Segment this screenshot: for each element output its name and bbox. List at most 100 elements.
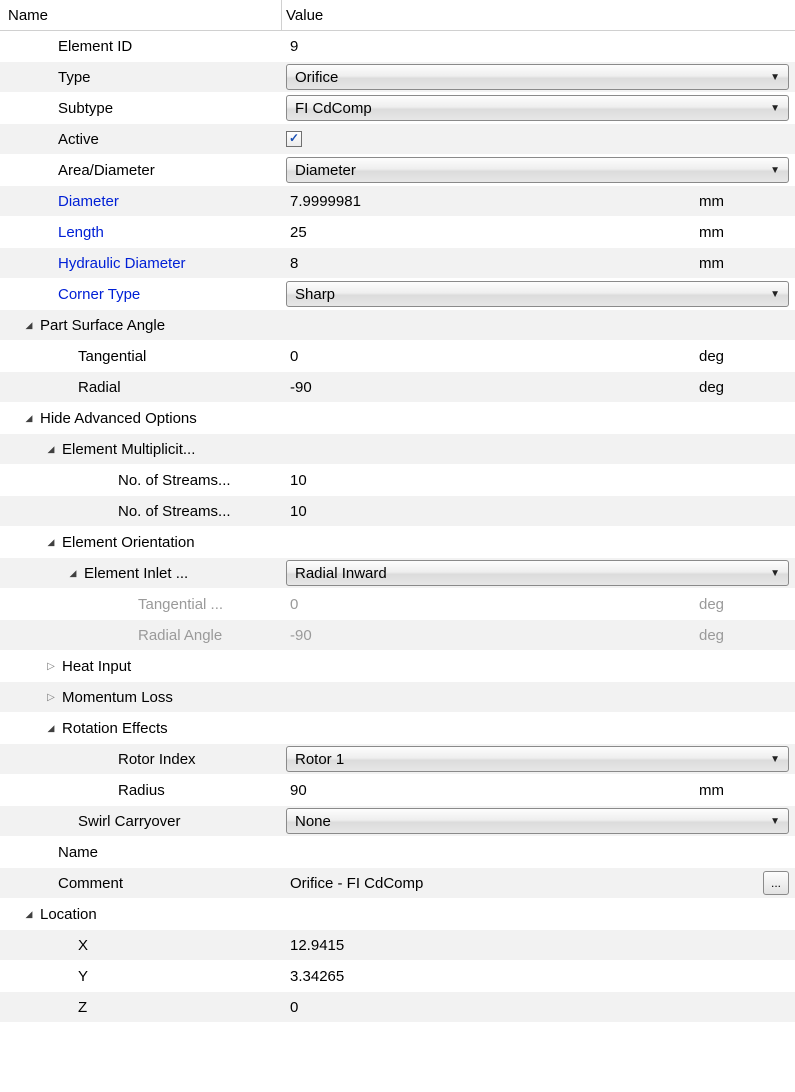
unit-radial-angle: deg xyxy=(695,627,795,644)
value-x[interactable]: 12.9415 xyxy=(286,937,344,954)
unit-hydraulic-diameter[interactable]: mm xyxy=(695,255,795,272)
chevron-down-icon: ▼ xyxy=(770,165,780,176)
value-radial-angle: -90 xyxy=(286,627,312,644)
value-tangential-angle: 0 xyxy=(286,596,298,613)
label-length[interactable]: Length xyxy=(58,224,104,241)
select-rotor-index[interactable]: Rotor 1 ▼ xyxy=(286,746,789,772)
select-swirl-carryover[interactable]: None ▼ xyxy=(286,808,789,834)
expander-hide-advanced[interactable] xyxy=(22,413,36,424)
label-name: Name xyxy=(58,844,98,861)
unit-radius[interactable]: mm xyxy=(695,782,795,799)
row-radius: Radius 90 mm xyxy=(0,775,795,806)
row-heat-input[interactable]: Heat Input xyxy=(0,651,795,682)
row-comment: Comment Orifice - FI CdComp ... xyxy=(0,868,795,899)
value-radial[interactable]: -90 xyxy=(286,379,312,396)
row-location[interactable]: Location xyxy=(0,899,795,930)
row-hide-advanced[interactable]: Hide Advanced Options xyxy=(0,403,795,434)
row-area-diameter: Area/Diameter Diameter ▼ xyxy=(0,155,795,186)
row-name: Name xyxy=(0,837,795,868)
label-element-id: Element ID xyxy=(58,38,132,55)
property-grid: Name Value Element ID 9 Type Orifice ▼ S… xyxy=(0,0,795,1023)
row-element-id: Element ID 9 xyxy=(0,31,795,62)
value-diameter[interactable]: 7.9999981 xyxy=(286,193,361,210)
expander-location[interactable] xyxy=(22,909,36,920)
unit-tangential[interactable]: deg xyxy=(695,348,795,365)
chevron-down-icon: ▼ xyxy=(770,289,780,300)
chevron-down-icon: ▼ xyxy=(770,72,780,83)
unit-radial[interactable]: deg xyxy=(695,379,795,396)
row-x: X 12.9415 xyxy=(0,930,795,961)
header-row: Name Value xyxy=(0,0,795,31)
label-hide-advanced: Hide Advanced Options xyxy=(40,410,197,427)
expander-element-orientation[interactable] xyxy=(44,537,58,548)
select-swirl-carryover-value: None xyxy=(295,813,331,830)
label-element-orientation: Element Orientation xyxy=(62,534,195,551)
row-element-inlet: Element Inlet ... Radial Inward ▼ xyxy=(0,558,795,589)
chevron-down-icon: ▼ xyxy=(770,568,780,579)
select-corner-type[interactable]: Sharp ▼ xyxy=(286,281,789,307)
select-type-value: Orifice xyxy=(295,69,338,86)
label-subtype: Subtype xyxy=(58,100,113,117)
value-y[interactable]: 3.34265 xyxy=(286,968,344,985)
value-element-id[interactable]: 9 xyxy=(286,38,298,55)
row-element-multiplicity[interactable]: Element Multiplicit... xyxy=(0,434,795,465)
row-tangential-angle: Tangential ... 0 deg xyxy=(0,589,795,620)
label-tangential: Tangential xyxy=(78,348,146,365)
value-streams-1[interactable]: 10 xyxy=(286,472,307,489)
value-tangential[interactable]: 0 xyxy=(286,348,298,365)
label-comment: Comment xyxy=(58,875,123,892)
ellipsis-button[interactable]: ... xyxy=(763,871,789,895)
value-length[interactable]: 25 xyxy=(286,224,307,241)
select-element-inlet-value: Radial Inward xyxy=(295,565,387,582)
label-area-diameter: Area/Diameter xyxy=(58,162,155,179)
row-y: Y 3.34265 xyxy=(0,961,795,992)
label-streams-1: No. of Streams... xyxy=(118,472,231,489)
row-active: Active xyxy=(0,124,795,155)
expander-element-inlet[interactable] xyxy=(66,568,80,579)
select-subtype[interactable]: FI CdComp ▼ xyxy=(286,95,789,121)
unit-diameter[interactable]: mm xyxy=(695,193,795,210)
row-z: Z 0 xyxy=(0,992,795,1023)
unit-tangential-angle: deg xyxy=(695,596,795,613)
checkbox-active[interactable] xyxy=(286,131,302,147)
expander-rotation-effects[interactable] xyxy=(44,723,58,734)
label-corner-type[interactable]: Corner Type xyxy=(58,286,140,303)
label-hydraulic-diameter[interactable]: Hydraulic Diameter xyxy=(58,255,186,272)
label-streams-2: No. of Streams... xyxy=(118,503,231,520)
row-streams-1: No. of Streams... 10 xyxy=(0,465,795,496)
select-rotor-index-value: Rotor 1 xyxy=(295,751,344,768)
select-area-diameter[interactable]: Diameter ▼ xyxy=(286,157,789,183)
row-rotation-effects[interactable]: Rotation Effects xyxy=(0,713,795,744)
chevron-down-icon: ▼ xyxy=(770,816,780,827)
unit-length[interactable]: mm xyxy=(695,224,795,241)
label-x: X xyxy=(78,937,88,954)
label-z: Z xyxy=(78,999,87,1016)
header-value: Value xyxy=(282,7,795,24)
value-z[interactable]: 0 xyxy=(286,999,298,1016)
expander-part-surface-angle[interactable] xyxy=(22,320,36,331)
chevron-down-icon: ▼ xyxy=(770,754,780,765)
expander-element-multiplicity[interactable] xyxy=(44,444,58,455)
value-streams-2[interactable]: 10 xyxy=(286,503,307,520)
row-rotor-index: Rotor Index Rotor 1 ▼ xyxy=(0,744,795,775)
value-hydraulic-diameter[interactable]: 8 xyxy=(286,255,298,272)
row-length: Length 25 mm xyxy=(0,217,795,248)
expander-momentum-loss[interactable] xyxy=(44,692,58,703)
value-radius[interactable]: 90 xyxy=(286,782,307,799)
label-part-surface-angle: Part Surface Angle xyxy=(40,317,165,334)
row-part-surface-angle[interactable]: Part Surface Angle xyxy=(0,310,795,341)
expander-heat-input[interactable] xyxy=(44,661,58,672)
row-element-orientation[interactable]: Element Orientation xyxy=(0,527,795,558)
row-diameter: Diameter 7.9999981 mm xyxy=(0,186,795,217)
label-diameter[interactable]: Diameter xyxy=(58,193,119,210)
value-comment[interactable]: Orifice - FI CdComp xyxy=(286,875,423,892)
label-rotation-effects: Rotation Effects xyxy=(62,720,168,737)
select-subtype-value: FI CdComp xyxy=(295,100,372,117)
label-radial: Radial xyxy=(78,379,121,396)
row-swirl-carryover: Swirl Carryover None ▼ xyxy=(0,806,795,837)
select-type[interactable]: Orifice ▼ xyxy=(286,64,789,90)
row-streams-2: No. of Streams... 10 xyxy=(0,496,795,527)
select-element-inlet[interactable]: Radial Inward ▼ xyxy=(286,560,789,586)
label-tangential-angle: Tangential ... xyxy=(138,596,223,613)
row-momentum-loss[interactable]: Momentum Loss xyxy=(0,682,795,713)
